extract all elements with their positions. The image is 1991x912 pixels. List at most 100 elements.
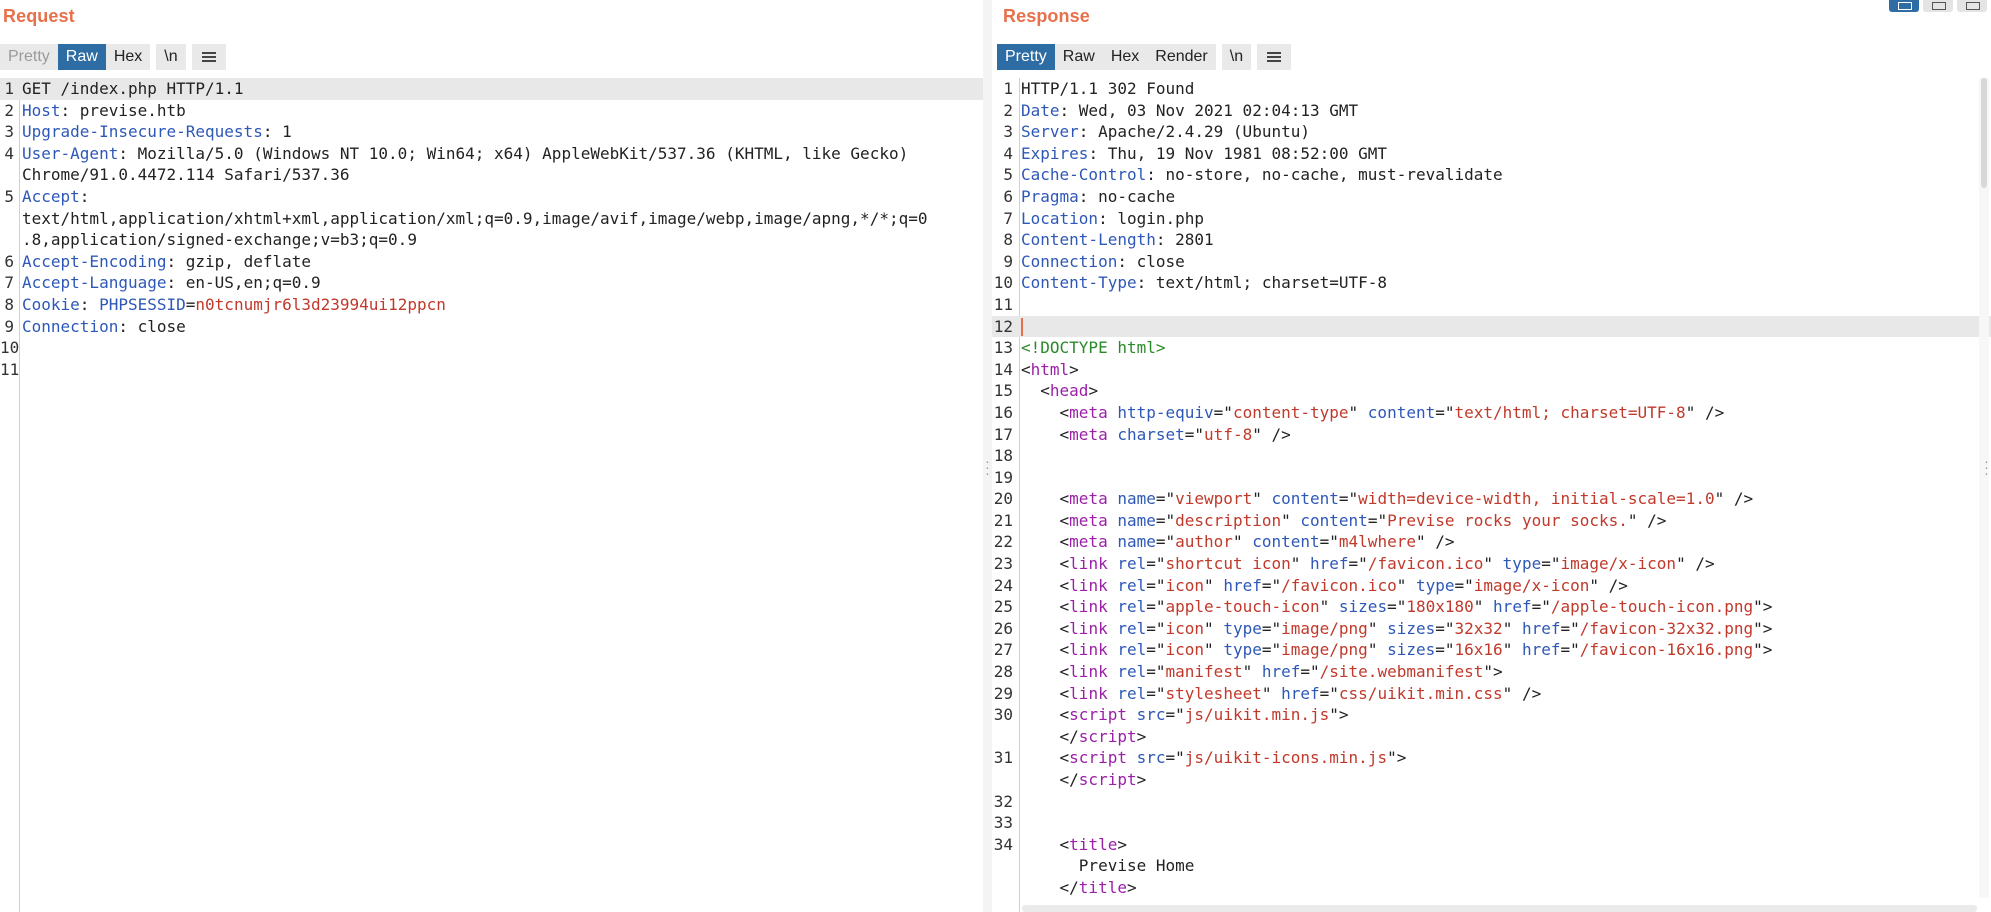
code-text: Connection: close [1021, 251, 1185, 271]
code-line[interactable]: 23 <link rel="shortcut icon" href="/favi… [992, 553, 1991, 575]
line-number [0, 229, 14, 251]
code-line[interactable]: 29 <link rel="stylesheet" href="css/uiki… [992, 683, 1991, 705]
line-number: 15 [993, 381, 1013, 401]
response-vertical-scrollbar[interactable] [1979, 78, 1989, 898]
line-number: 4 [1003, 143, 1013, 163]
line-number: 25 [993, 597, 1013, 617]
code-line[interactable]: 3 Upgrade-Insecure-Requests: 1 [0, 121, 983, 143]
request-newline-toggle[interactable]: \n [156, 44, 186, 70]
code-line[interactable]: 4 Expires: Thu, 19 Nov 1981 08:52:00 GMT [992, 143, 1991, 165]
code-text: Location: login.php [1021, 208, 1205, 228]
request-editor[interactable]: 1 GET /index.php HTTP/1.1 2 Host: previse.h… [0, 78, 983, 912]
request-tab-pretty[interactable]: Pretty [0, 44, 58, 70]
code-line[interactable]: 17 <meta charset="utf-8" /> [992, 424, 1991, 446]
response-tab-raw[interactable]: Raw [1054, 44, 1103, 70]
code-line[interactable]: 3 Server: Apache/2.4.29 (Ubuntu) [992, 121, 1991, 143]
code-text: HTTP/1.1 302 Found [1021, 79, 1195, 98]
code-line[interactable]: 7 Location: login.php [992, 208, 1991, 230]
code-line[interactable]: 10 [0, 337, 983, 359]
line-number: 19 [993, 467, 1013, 487]
line-number: 9 [1003, 251, 1013, 271]
code-line[interactable]: 7 Accept-Language: en-US,en;q=0.9 [0, 272, 983, 294]
code-line[interactable]: </script> [992, 726, 1991, 748]
code-line[interactable]: 6 Pragma: no-cache [992, 186, 1991, 208]
code-line[interactable]: 8 Cookie: PHPSESSID=n0tcnumjr6l3d23994ui1… [0, 294, 983, 316]
line-number: 10 [0, 338, 20, 358]
horizontal-layout-icon[interactable] [1923, 0, 1953, 12]
code-text: <!DOCTYPE html> [1021, 338, 1166, 358]
request-menu-button[interactable] [191, 44, 226, 70]
code-line[interactable]: 12 [992, 315, 1991, 338]
divider-grip-icon[interactable]: · · · [983, 454, 992, 480]
code-text: Upgrade-Insecure-Requests: 1 [22, 122, 292, 142]
code-line[interactable]: Previse Home [992, 855, 1991, 877]
response-tab-hex[interactable]: Hex [1102, 44, 1148, 70]
code-line[interactable]: 5 Accept: [0, 186, 983, 208]
code-line[interactable]: 24 <link rel="icon" href="/favicon.ico" … [992, 575, 1991, 597]
code-line[interactable]: 30 <script src="js/uikit.min.js"> [992, 704, 1991, 726]
code-line[interactable]: 34 <title> [992, 834, 1991, 856]
response-editor[interactable]: 1 HTTP/1.1 302 Found 2 Date: Wed, 03 Nov 20… [992, 78, 1991, 912]
response-tab-render[interactable]: Render [1147, 44, 1216, 70]
code-line[interactable]: 2 Date: Wed, 03 Nov 2021 02:04:13 GMT [992, 100, 1991, 122]
code-text: Cache-Control: no-store, no-cache, must-… [1021, 165, 1503, 185]
line-number: 11 [993, 294, 1013, 314]
request-tab-hex[interactable]: Hex [105, 44, 151, 70]
code-line[interactable]: 8 Content-Length: 2801 [992, 229, 1991, 251]
code-line[interactable]: 14 <html> [992, 359, 1991, 381]
code-text: .8,application/signed-exchange;v=b3;q=0.… [22, 230, 417, 250]
response-horizontal-scrollbar[interactable] [1022, 905, 1977, 912]
code-line[interactable]: .8,application/signed-exchange;v=b3;q=0.… [0, 229, 983, 251]
line-number: 7 [4, 273, 14, 293]
code-line[interactable]: 21 <meta name="description" content="Pre… [992, 510, 1991, 532]
code-line[interactable]: 28 <link rel="manifest" href="/site.webm… [992, 661, 1991, 683]
side-by-side-layout-icon[interactable] [1889, 0, 1919, 12]
code-line[interactable]: </title> [992, 877, 1991, 899]
code-line[interactable]: 9 Connection: close [992, 251, 1991, 273]
line-number [0, 164, 14, 186]
code-text: Accept-Encoding: gzip, deflate [22, 251, 311, 271]
code-line[interactable]: 26 <link rel="icon" type="image/png" siz… [992, 618, 1991, 640]
code-line[interactable]: 1 HTTP/1.1 302 Found [992, 78, 1991, 100]
code-line[interactable]: 19 [992, 467, 1991, 489]
line-number: 9 [4, 316, 14, 336]
right-edge-grip-icon[interactable]: · · · [1982, 454, 1991, 480]
code-line[interactable]: 10 Content-Type: text/html; charset=UTF-8 [992, 272, 1991, 294]
code-line[interactable]: 9 Connection: close [0, 316, 983, 338]
code-line[interactable]: 20 <meta name="viewport" content="width=… [992, 488, 1991, 510]
code-line[interactable]: 2 Host: previse.htb [0, 100, 983, 122]
line-number: 24 [993, 575, 1013, 595]
code-line[interactable]: 15 <head> [992, 380, 1991, 402]
code-text: Accept-Language: en-US,en;q=0.9 [22, 273, 321, 293]
code-text [1013, 316, 1991, 338]
code-line[interactable]: 18 [992, 445, 1991, 467]
code-line[interactable]: 32 [992, 791, 1991, 813]
code-line[interactable]: 25 <link rel="apple-touch-icon" sizes="1… [992, 596, 1991, 618]
tabs-layout-icon[interactable] [1957, 0, 1987, 12]
code-line[interactable]: Chrome/91.0.4472.114 Safari/537.36 [0, 164, 983, 186]
line-number: 29 [993, 683, 1013, 703]
code-text: <meta charset="utf-8" /> [1021, 424, 1291, 444]
code-line[interactable]: 22 <meta name="author" content="m4lwhere… [992, 531, 1991, 553]
response-newline-toggle[interactable]: \n [1221, 44, 1252, 70]
response-menu-button[interactable] [1257, 44, 1292, 70]
code-text: Content-Length: 2801 [1021, 230, 1214, 250]
code-text: GET /index.php HTTP/1.1 [22, 79, 244, 98]
code-line[interactable]: </script> [992, 769, 1991, 791]
code-line[interactable]: 11 [992, 294, 1991, 316]
response-pane: Response Pretty Raw Hex Render \n 1 HTTP/… [992, 0, 1991, 912]
code-line[interactable]: 5 Cache-Control: no-store, no-cache, must… [992, 164, 1991, 186]
code-line[interactable]: 11 [0, 359, 983, 381]
code-line[interactable]: 16 <meta http-equiv="content-type" conte… [992, 402, 1991, 424]
response-tab-pretty[interactable]: Pretty [997, 44, 1055, 70]
code-line[interactable]: 13 <!DOCTYPE html> [992, 337, 1991, 359]
code-line[interactable]: 1 GET /index.php HTTP/1.1 [0, 78, 983, 100]
code-line[interactable]: 27 <link rel="icon" type="image/png" siz… [992, 639, 1991, 661]
code-line[interactable]: text/html,application/xhtml+xml,applicat… [0, 208, 983, 230]
code-text: </script> [1021, 726, 1147, 746]
code-line[interactable]: 4 User-Agent: Mozilla/5.0 (Windows NT 10.… [0, 143, 983, 165]
code-line[interactable]: 31 <script src="js/uikit-icons.min.js"> [992, 747, 1991, 769]
request-tab-raw[interactable]: Raw [57, 44, 106, 70]
code-line[interactable]: 6 Accept-Encoding: gzip, deflate [0, 251, 983, 273]
code-line[interactable]: 33 [992, 812, 1991, 834]
